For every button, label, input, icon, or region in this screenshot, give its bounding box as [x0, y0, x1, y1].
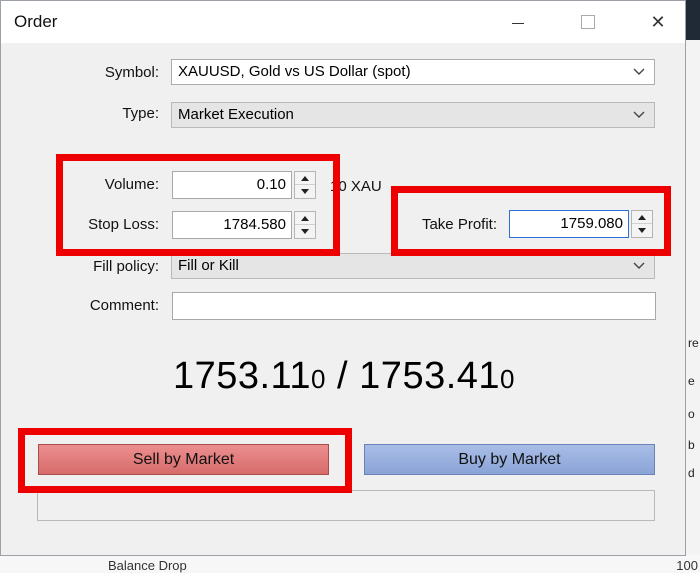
fill-policy-label: Fill policy: — [93, 258, 159, 275]
arrow-up-icon — [301, 215, 309, 221]
stop-loss-decrement-button[interactable] — [295, 225, 315, 238]
type-value: Market Execution — [178, 106, 294, 123]
chevron-down-icon — [632, 106, 646, 124]
price-quote: 1753.110 / 1753.410 — [1, 355, 687, 398]
fill-policy-select[interactable]: Fill or Kill — [171, 253, 655, 279]
minimize-button[interactable] — [495, 1, 541, 43]
take-profit-decrement-button[interactable] — [632, 224, 652, 237]
arrow-up-icon — [638, 214, 646, 220]
maximize-icon — [581, 15, 595, 29]
background-bottom-text: Balance Drop — [108, 558, 187, 573]
window-title: Order — [14, 12, 58, 31]
status-box — [37, 490, 655, 521]
ask-price: 1753.41 — [359, 355, 501, 397]
maximize-button[interactable] — [565, 1, 611, 43]
ask-price-last-digit: 0 — [500, 364, 516, 394]
type-label: Type: — [122, 105, 159, 122]
stop-loss-increment-button[interactable] — [295, 212, 315, 225]
take-profit-label: Take Profit: — [421, 216, 497, 233]
fill-policy-value: Fill or Kill — [178, 257, 239, 274]
comment-label: Comment: — [89, 297, 159, 314]
title-bar: Order ✕ — [1, 1, 685, 43]
background-bottom-bar — [0, 555, 700, 573]
symbol-value: XAUUSD, Gold vs US Dollar (spot) — [178, 63, 411, 80]
chevron-down-icon — [632, 63, 646, 81]
volume-decrement-button[interactable] — [295, 185, 315, 198]
sell-by-market-button[interactable]: Sell by Market — [38, 444, 329, 475]
arrow-down-icon — [638, 228, 646, 233]
chevron-down-icon — [632, 257, 646, 275]
background-text-fragment: d — [688, 466, 695, 480]
volume-increment-button[interactable] — [295, 172, 315, 185]
close-button[interactable]: ✕ — [635, 1, 681, 43]
volume-label: Volume: — [104, 176, 159, 193]
symbol-label: Symbol: — [104, 64, 159, 81]
minimize-icon — [512, 22, 524, 24]
order-dialog: Order ✕ Symbol: XAUUSD, Gold vs US Dolla… — [0, 0, 686, 556]
comment-input[interactable] — [172, 292, 656, 320]
background-text-fragment: e — [688, 374, 695, 388]
background-text-fragment: re — [688, 336, 699, 350]
buy-by-market-button[interactable]: Buy by Market — [364, 444, 655, 475]
background-panel — [686, 40, 700, 573]
take-profit-stepper[interactable] — [631, 210, 653, 238]
symbol-select[interactable]: XAUUSD, Gold vs US Dollar (spot) — [171, 59, 655, 85]
volume-stepper[interactable] — [294, 171, 316, 199]
arrow-down-icon — [301, 189, 309, 194]
arrow-down-icon — [301, 229, 309, 234]
volume-input[interactable]: 0.10 — [172, 171, 292, 199]
price-separator: / — [325, 355, 360, 397]
take-profit-input[interactable]: 1759.080 — [509, 210, 629, 238]
type-select[interactable]: Market Execution — [171, 102, 655, 128]
bid-price: 1753.11 — [172, 355, 312, 397]
bid-price-last-digit: 0 — [311, 364, 326, 394]
stop-loss-label: Stop Loss: — [88, 216, 159, 233]
stop-loss-stepper[interactable] — [294, 211, 316, 239]
background-bottom-value: 100 — [676, 558, 698, 573]
take-profit-increment-button[interactable] — [632, 211, 652, 224]
background-text-fragment: o — [688, 407, 695, 421]
close-icon: ✕ — [650, 11, 666, 32]
volume-unit: 10 XAU — [330, 178, 382, 195]
background-text-fragment: b — [688, 438, 695, 452]
stop-loss-input[interactable]: 1784.580 — [172, 211, 292, 239]
arrow-up-icon — [301, 175, 309, 181]
